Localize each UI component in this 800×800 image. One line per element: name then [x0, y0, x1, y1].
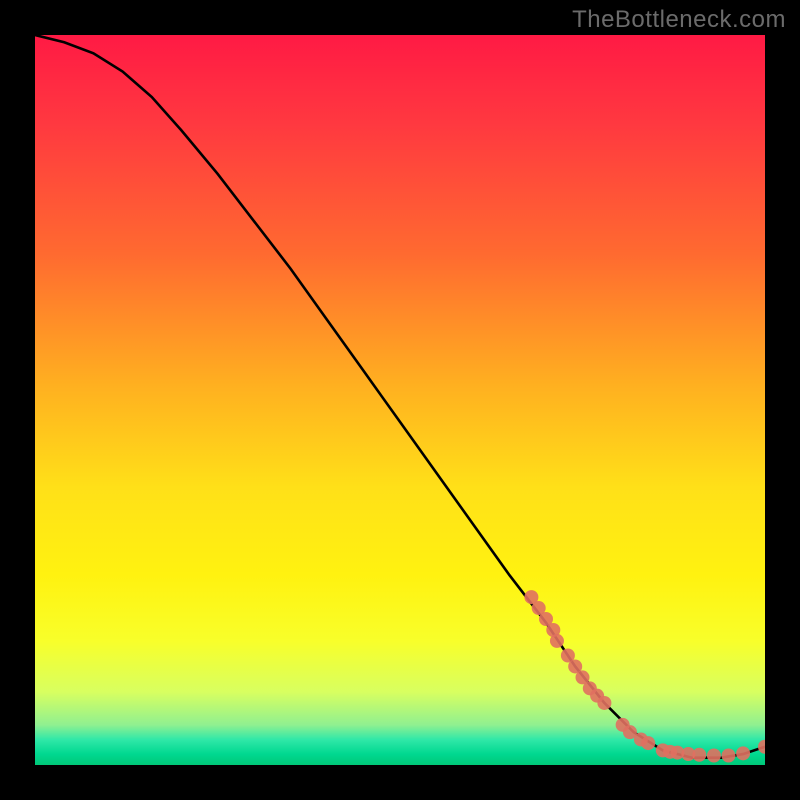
- watermark-text: TheBottleneck.com: [572, 6, 786, 34]
- scatter-dot: [692, 748, 706, 762]
- scatter-dot: [641, 736, 655, 750]
- scatter-dot: [736, 746, 750, 760]
- plot-area: [35, 35, 765, 765]
- chart-stage: TheBottleneck.com: [0, 0, 800, 800]
- scatter-dot: [597, 696, 611, 710]
- scatter-dot: [550, 634, 564, 648]
- scatter-dot: [722, 749, 736, 763]
- plot-svg: [35, 35, 765, 765]
- scatter-dot: [707, 749, 721, 763]
- gradient-background: [35, 35, 765, 765]
